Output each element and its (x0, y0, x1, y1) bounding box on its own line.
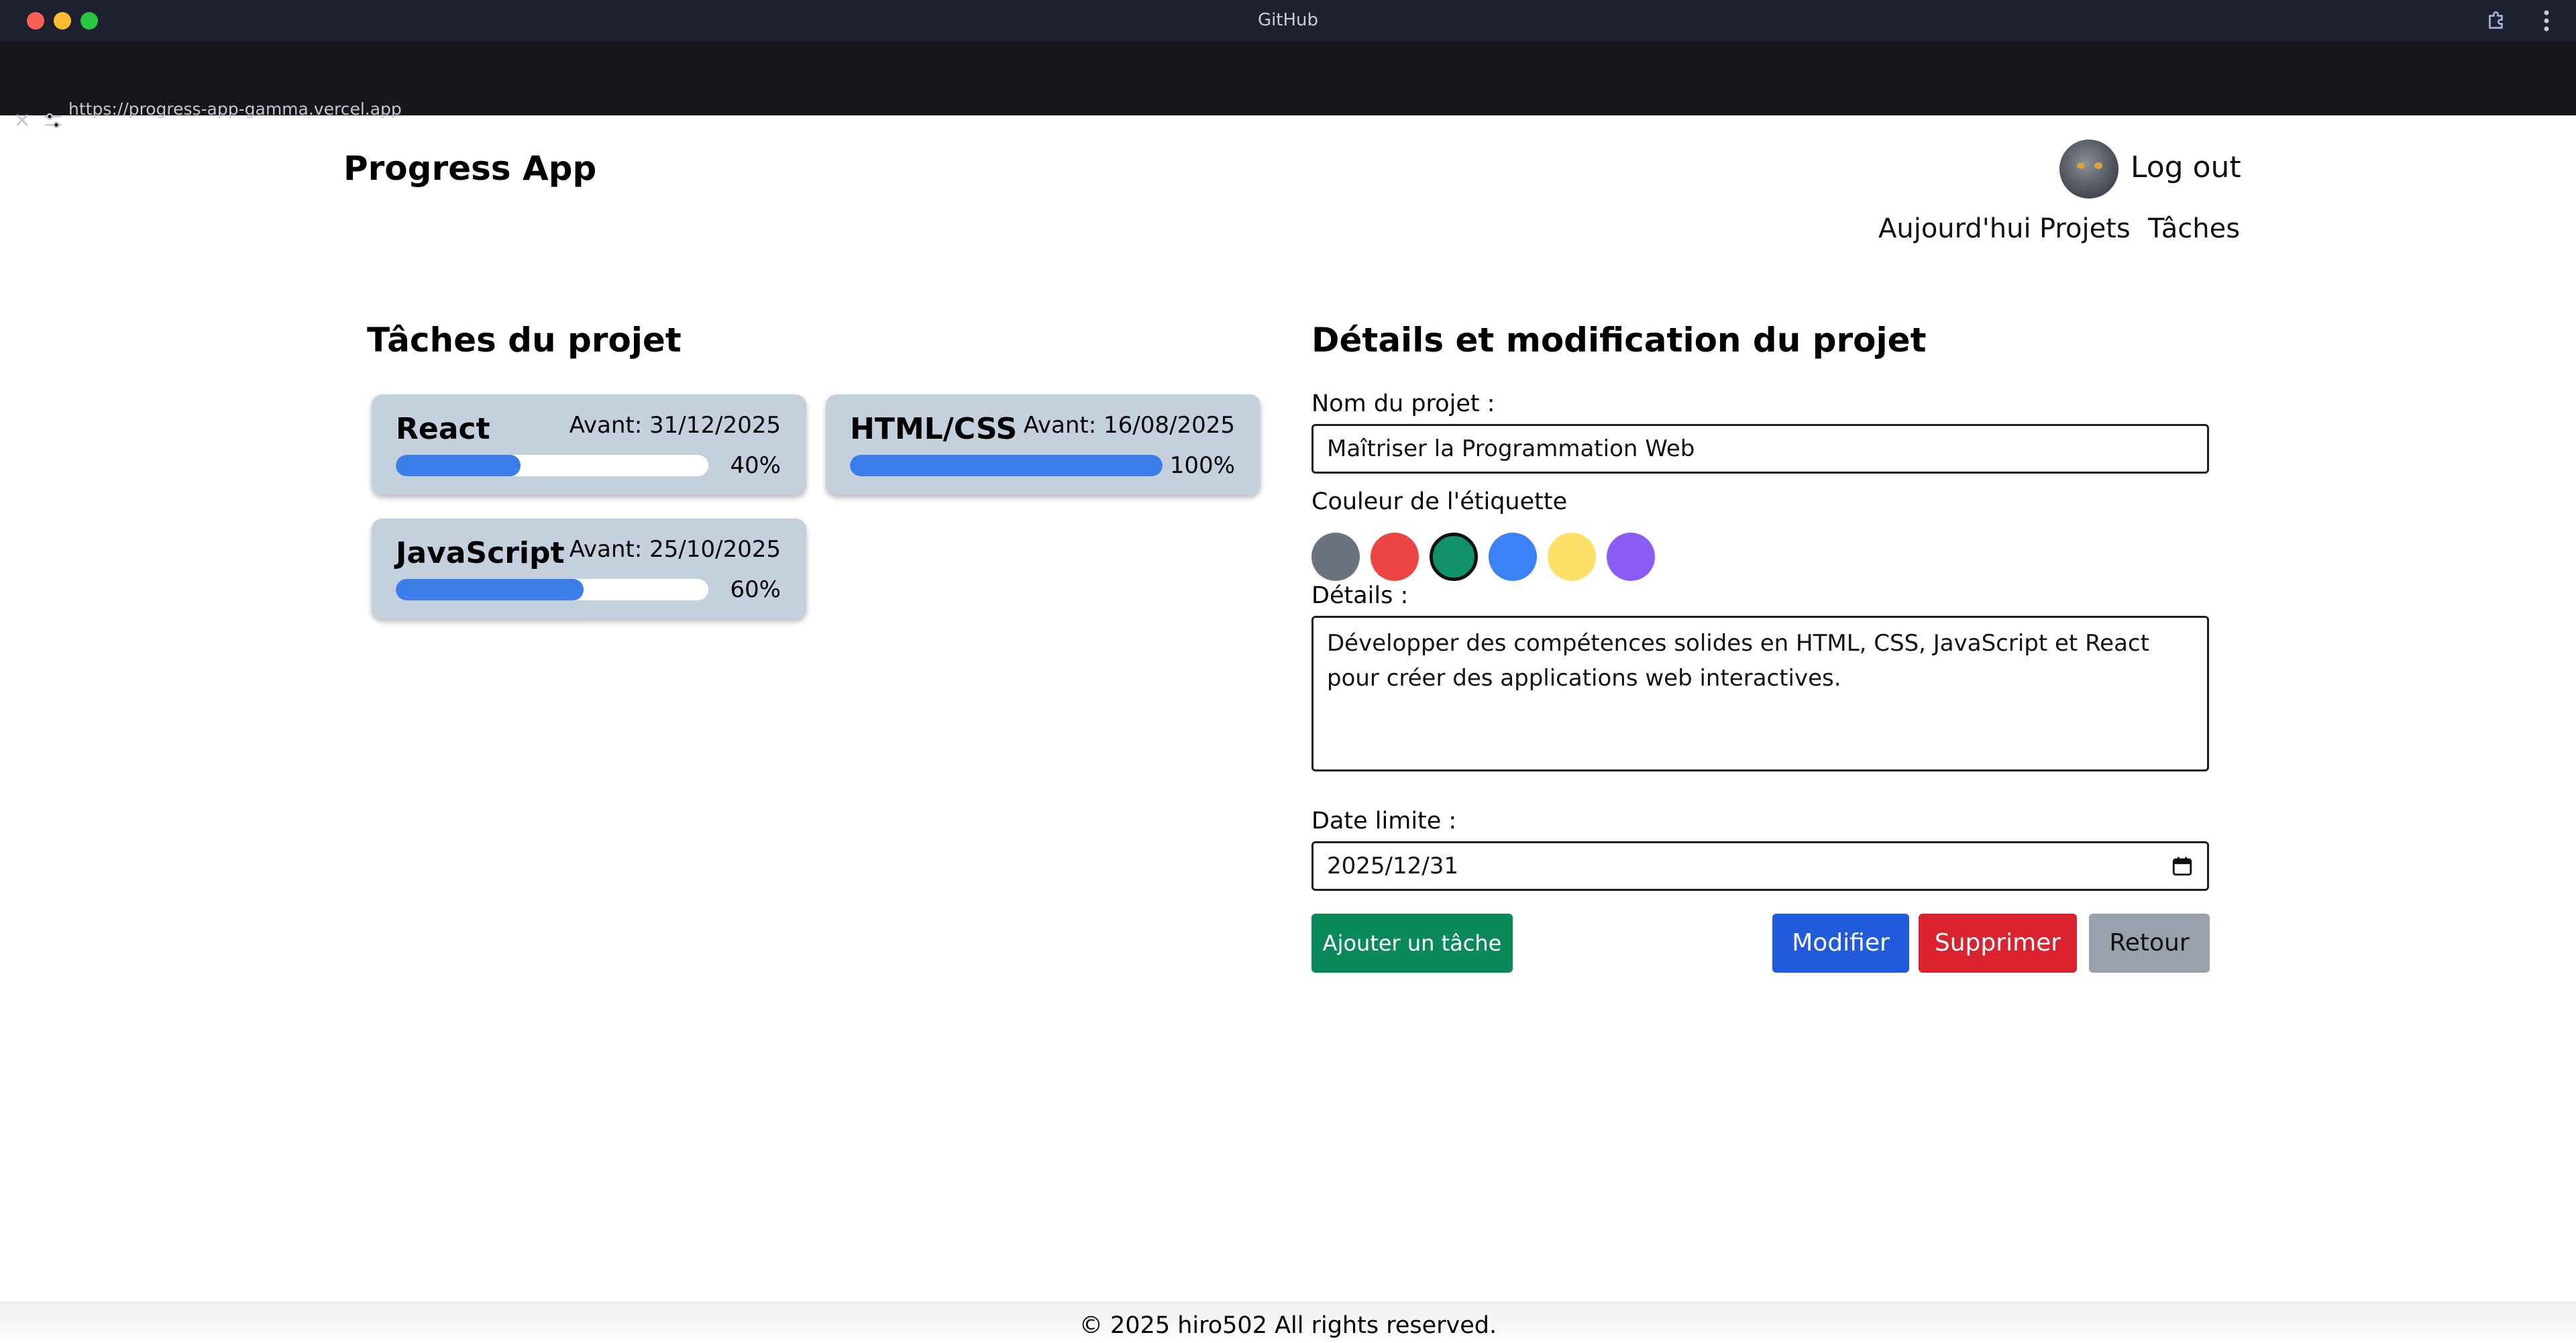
task-due-date: Avant: 25/10/2025 (569, 536, 781, 563)
task-card-html-css[interactable]: HTML/CSS Avant: 16/08/2025 100% (826, 394, 1260, 495)
calendar-icon[interactable] (2171, 855, 2194, 877)
task-due-date: Avant: 31/12/2025 (569, 412, 781, 439)
nav-today[interactable]: Aujourd'hui (1878, 213, 2031, 244)
task-name: JavaScript (396, 536, 565, 570)
task-progress-fill (850, 455, 1163, 476)
details-textarea[interactable]: Développer des compétences solides en HT… (1311, 616, 2209, 771)
color-swatch-yellow[interactable] (1548, 533, 1596, 581)
color-swatch-red[interactable] (1371, 533, 1419, 581)
task-name: HTML/CSS (850, 412, 1018, 446)
task-progress-label: 40% (730, 452, 781, 479)
task-progress-bar (396, 579, 708, 600)
task-card-react[interactable]: React Avant: 31/12/2025 40% (372, 394, 806, 495)
window-title: GitHub (1257, 10, 1319, 30)
project-name-label: Nom du projet : (1311, 390, 1495, 417)
task-progress-label: 60% (730, 576, 781, 603)
back-button[interactable]: Retour (2089, 914, 2210, 973)
project-name-input[interactable]: Maîtriser la Programmation Web (1311, 424, 2209, 474)
add-task-button[interactable]: Ajouter un tâche (1311, 914, 1513, 973)
close-icon[interactable] (13, 111, 31, 129)
modify-button[interactable]: Modifier (1772, 914, 1909, 973)
task-name: React (396, 412, 490, 446)
color-swatch-blue[interactable] (1489, 533, 1537, 581)
url-text[interactable]: https://progress-app-gamma.vercel.app (68, 99, 402, 119)
color-label: Couleur de l'étiquette (1311, 488, 1568, 515)
footer-text: © 2025 hiro502 All rights reserved. (1079, 1312, 1497, 1339)
color-swatch-purple[interactable] (1607, 533, 1655, 581)
task-progress-label: 100% (1169, 452, 1235, 479)
page-title: Progress App (68, 125, 178, 144)
date-label: Date limite : (1311, 808, 1457, 835)
task-card-javascript[interactable]: JavaScript Avant: 25/10/2025 60% (372, 519, 806, 619)
details-label: Détails : (1311, 582, 1409, 609)
delete-button[interactable]: Supprimer (1919, 914, 2077, 973)
task-due-date: Avant: 16/08/2025 (1023, 412, 1235, 439)
address-bar: https://progress-app-gamma.vercel.app Pr… (0, 42, 2576, 144)
avatar-eye (2077, 162, 2085, 169)
task-progress-bar (850, 455, 1163, 476)
task-progress-bar (396, 455, 708, 476)
browser-title-bar: GitHub (0, 0, 2576, 42)
date-input[interactable]: 2025/12/31 (1311, 841, 2209, 891)
logout-link[interactable]: Log out (2131, 150, 2241, 184)
color-swatch-green[interactable] (1430, 533, 1478, 581)
tasks-section-title: Tâches du projet (367, 321, 682, 360)
color-swatch-gray[interactable] (1311, 533, 1360, 581)
avatar-eye (2094, 162, 2102, 169)
task-progress-fill (396, 455, 521, 476)
nav-tasks[interactable]: Tâches (2148, 213, 2240, 244)
tune-icon[interactable] (43, 111, 63, 130)
task-progress-fill (396, 579, 584, 600)
more-vert-icon[interactable] (2541, 9, 2552, 33)
nav-projects[interactable]: Projets (2039, 213, 2131, 244)
extension-icon[interactable] (2485, 9, 2509, 33)
avatar[interactable] (2059, 140, 2118, 199)
details-section-title: Détails et modification du projet (1311, 321, 1927, 360)
app-title[interactable]: Progress App (343, 149, 596, 188)
